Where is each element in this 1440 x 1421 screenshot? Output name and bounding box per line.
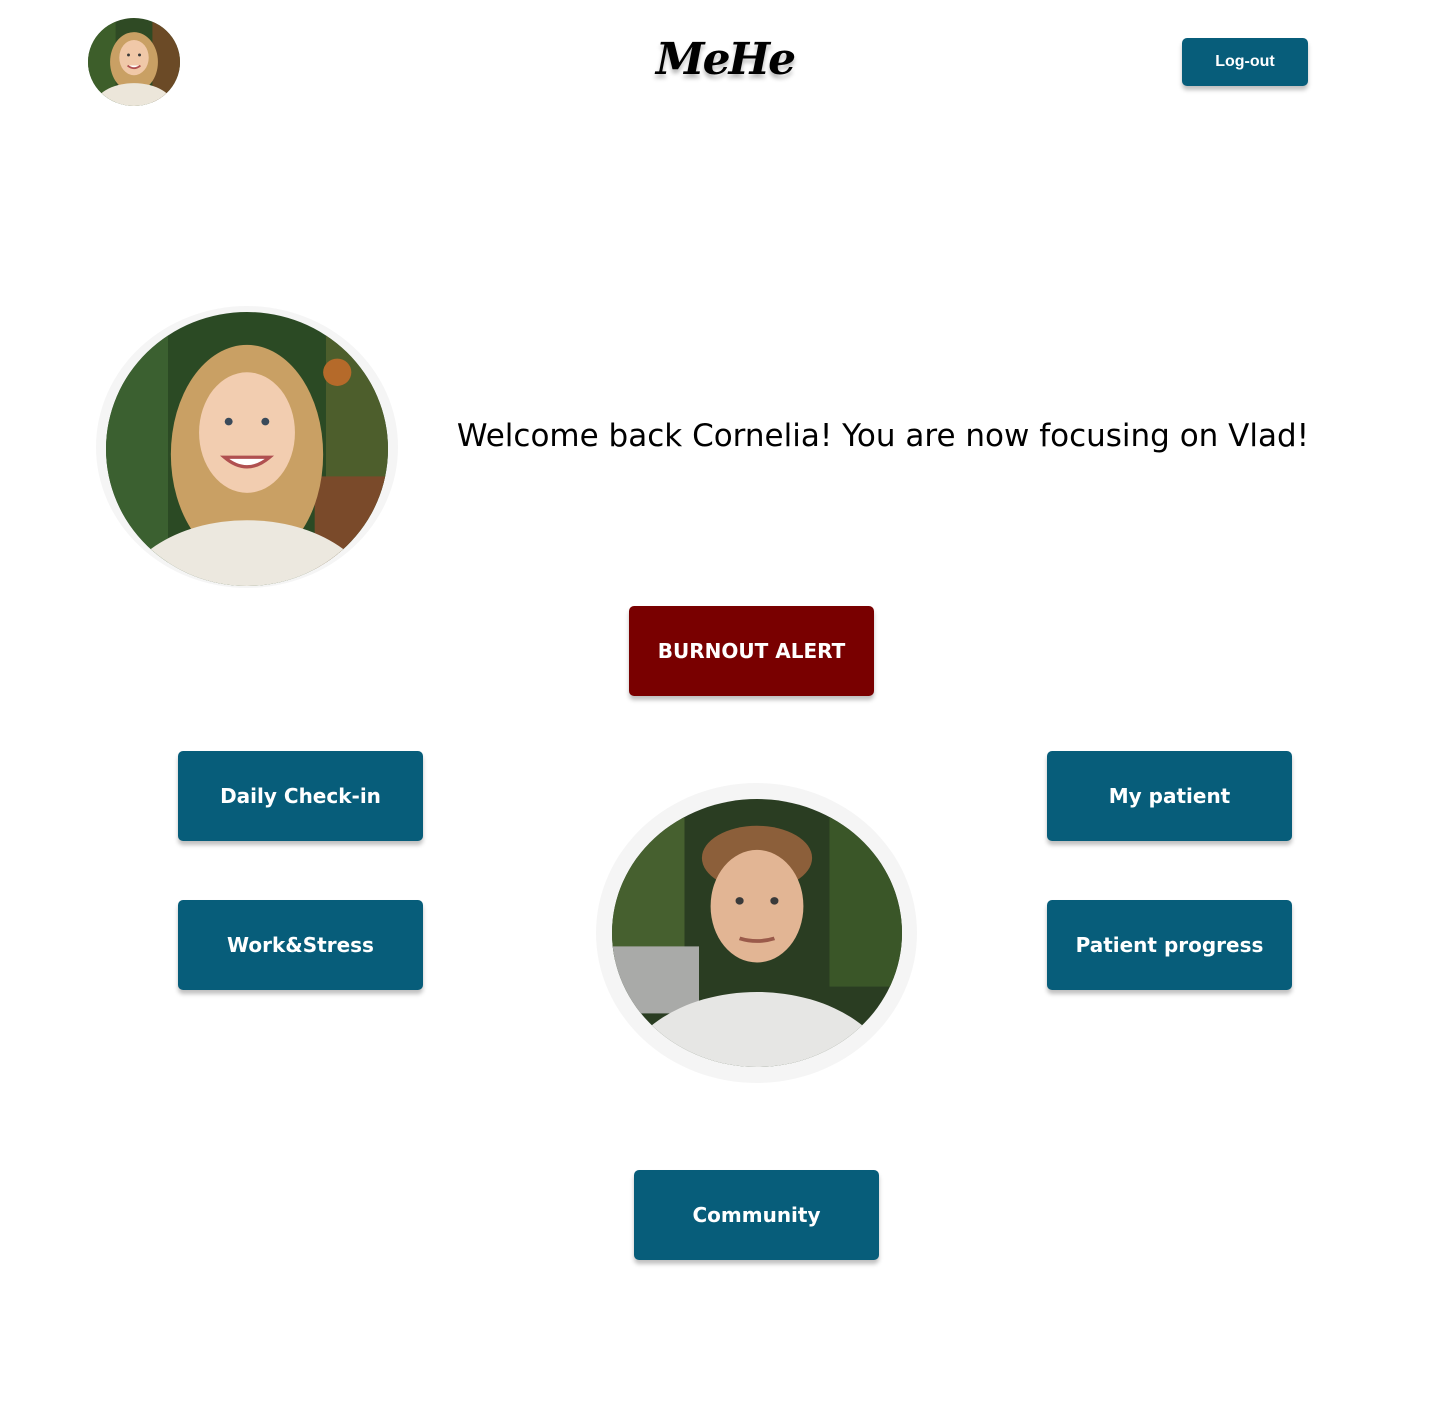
burnout-alert-button[interactable]: BURNOUT ALERT [629,606,874,696]
user-avatar-small[interactable] [88,18,180,106]
daily-checkin-button[interactable]: Daily Check-in [178,751,423,841]
patient-progress-button[interactable]: Patient progress [1047,900,1292,990]
app-logo: MeHe [655,34,796,85]
user-photo-large [106,312,388,586]
patient-photo [612,799,902,1067]
community-button[interactable]: Community [634,1170,879,1260]
my-patient-button[interactable]: My patient [1047,751,1292,841]
welcome-message: Welcome back Cornelia! You are now focus… [456,418,1310,454]
logout-button[interactable]: Log-out [1182,38,1308,86]
patient-avatar [612,799,902,1067]
work-stress-button[interactable]: Work&Stress [178,900,423,990]
user-photo [88,18,180,106]
user-avatar-large [106,312,388,586]
